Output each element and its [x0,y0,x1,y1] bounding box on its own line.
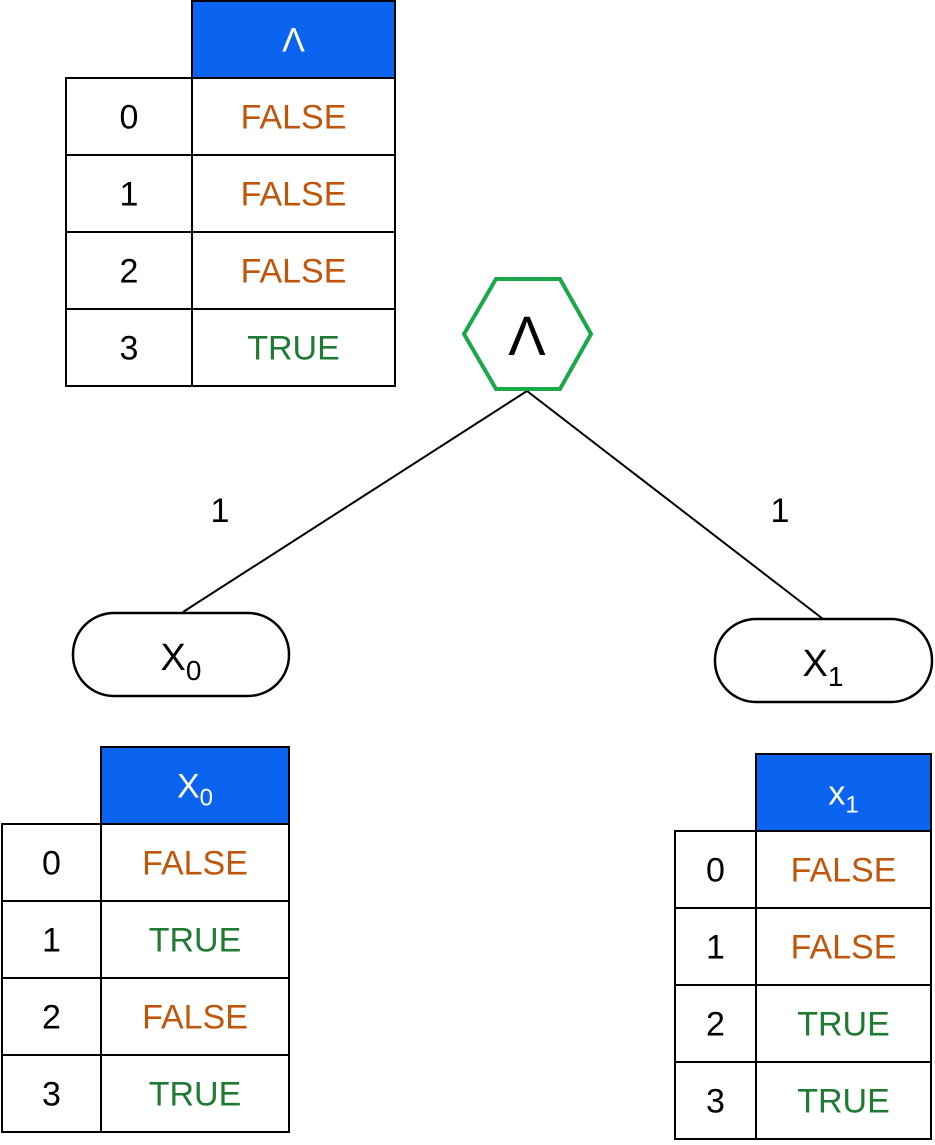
table-row-index: 0 [42,845,61,883]
root-node[interactable]: Λ [461,277,594,391]
table-row-index: 3 [706,1083,725,1121]
table-row-value: FALSE [791,929,897,967]
table-row-value: FALSE [791,852,897,890]
table-row: 2 FALSE [1,977,290,1056]
table-row-index: 1 [120,176,139,214]
table-row-index: 1 [706,929,725,967]
computation-graph: 1 1 Λ X0 X1 Λ0 FALSE1 FALSE2 FALSE3 TRUEX00 F… [1,0,934,1140]
leaf-node-x0[interactable]: X0 [71,611,291,698]
leaf-x1-base: X [803,643,828,685]
table-row-value: TRUE [797,1006,890,1044]
table-row-index: 2 [120,253,139,291]
table-row-index: 0 [706,852,725,890]
table-row-value: TRUE [149,922,242,960]
table-row: 0 FALSE [65,77,396,156]
table-header-base: Λ [282,22,305,60]
table-row-index: 2 [42,999,61,1037]
edge-weight-left: 1 [211,492,230,530]
table-row-value: TRUE [149,1076,242,1114]
table-header-subscript: 0 [200,785,213,812]
table-row: 3 TRUE [1,1054,290,1133]
table-row: 1 FALSE [674,907,932,986]
truth-table-root: Λ 0 FALSE 1 FALSE 2 FALSE 3 TRUE [65,0,396,387]
leaf-x0-base: X [161,637,186,679]
table-header-base: x [828,775,845,813]
table-header-base: X [177,768,200,806]
leaf-x0-subscript: 0 [186,655,202,686]
table-row-index: 3 [42,1076,61,1114]
table-row-value: FALSE [142,845,248,883]
table-row-value: FALSE [142,999,248,1037]
edge-root-x0 [182,390,528,613]
table-row-index: 2 [706,1006,725,1044]
table-row: 3 TRUE [65,308,396,387]
table-row-value: FALSE [241,176,347,214]
truth-table-x0: X00 FALSE1 TRUE2 FALSE3 TRUE [1,746,290,1133]
table-row-index: 0 [120,99,139,137]
truth-table-x1: x10 FALSE1 FALSE2 TRUE3 TRUE [674,753,932,1140]
table-row: 0 FALSE [674,830,932,909]
edge-weight-right: 1 [771,492,790,530]
table-row-value: FALSE [241,253,347,291]
table-row: 3 TRUE [674,1061,932,1140]
table-row-index: 3 [120,330,139,368]
truth-tables: Λ0 FALSE1 FALSE2 FALSE3 TRUEX00 FALSE1 TRUE2 FA… [1,0,932,1140]
table-row-value: FALSE [241,99,347,137]
table-row-value: TRUE [797,1083,890,1121]
table-row: 1 FALSE [65,154,396,233]
table-header-subscript: 1 [845,792,858,819]
table-row-value: TRUE [247,330,340,368]
table-row: 2 TRUE [674,984,932,1063]
table-row: 1 TRUE [1,900,290,979]
leaf-node-x1[interactable]: X1 [713,617,934,704]
table-header-label: Λ [282,22,305,60]
table-row: 2 FALSE [65,231,396,310]
leaf-x1-subscript: 1 [828,661,844,692]
table-row: 0 FALSE [1,823,290,902]
table-row-index: 1 [42,922,61,960]
root-node-label: Λ [508,304,546,367]
